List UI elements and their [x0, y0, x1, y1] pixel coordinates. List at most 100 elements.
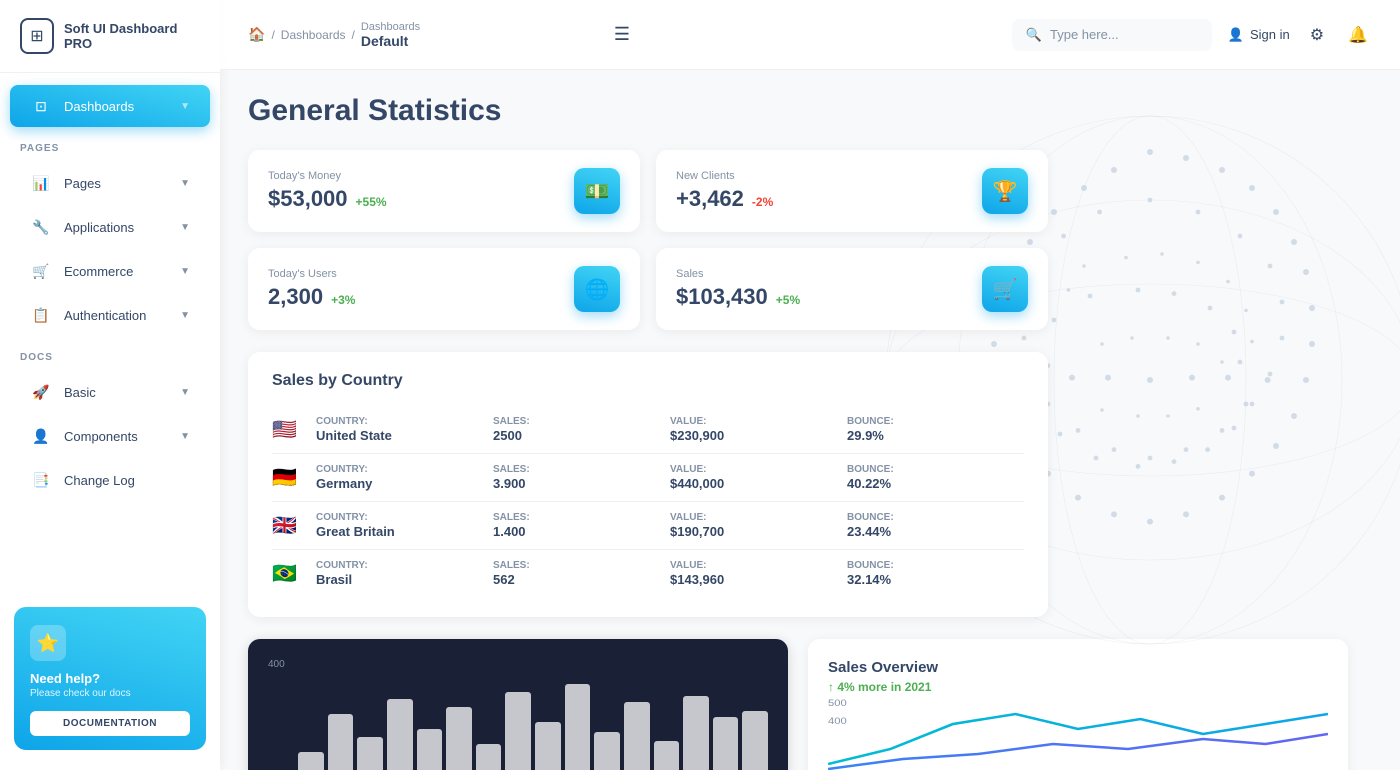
country-name: United State — [316, 428, 493, 443]
sidebar-item-label: Components — [64, 429, 138, 444]
country-table: 🇺🇸 Country: United State Sales: 2500 Val… — [272, 406, 1024, 597]
col-header-sales: Sales: — [493, 464, 670, 475]
table-row: 🇩🇪 Country: Germany Sales: 3.900 Value: … — [272, 454, 1024, 502]
stat-card-users: Today's Users 2,300 +3% 🌐 — [248, 248, 640, 330]
menu-icon[interactable]: ☰ — [610, 20, 634, 49]
sidebar-item-label: Dashboards — [64, 99, 134, 114]
table-row: 🇧🇷 Country: Brasil Sales: 562 Value: $14… — [272, 550, 1024, 597]
main-area: 🏠 / Dashboards / Dashboards Default ☰ 🔍 … — [220, 0, 1400, 770]
breadcrumb: 🏠 / Dashboards / Dashboards Default — [248, 21, 594, 49]
value-value: $440,000 — [670, 476, 847, 491]
stat-label-money: Today's Money — [268, 170, 387, 182]
sidebar-item-authentication[interactable]: 📋 Authentication ▼ — [10, 294, 210, 336]
sidebar-item-ecommerce[interactable]: 🛒 Ecommerce ▼ — [10, 250, 210, 292]
search-input[interactable] — [1050, 27, 1190, 42]
stat-icon-money: 💵 — [574, 168, 620, 214]
overview-title: Sales Overview — [828, 659, 1328, 676]
overview-chart-svg: 500 400 — [828, 694, 1328, 770]
stat-value-clients: +3,462 — [676, 186, 744, 212]
page-title: General Statistics — [248, 94, 1372, 128]
sidebar-item-pages[interactable]: 📊 Pages ▼ — [10, 162, 210, 204]
sales-country-card: Sales by Country 🇺🇸 Country: United Stat… — [248, 352, 1048, 617]
chart-y-label-400: 400 — [268, 659, 285, 670]
stat-icon-sales: 🛒 — [982, 266, 1028, 312]
col-header-country: Country: — [316, 416, 493, 427]
bar-chart — [268, 674, 768, 770]
sidebar-item-components[interactable]: 👤 Components ▼ — [10, 415, 210, 457]
dashboards-icon: ⊡ — [30, 95, 52, 117]
auth-icon: 📋 — [30, 304, 52, 326]
stat-card-sales: Sales $103,430 +5% 🛒 — [656, 248, 1048, 330]
country-name: Germany — [316, 476, 493, 491]
user-icon: 👤 — [1228, 27, 1244, 43]
bar-chart-bar — [565, 684, 591, 770]
bar-chart-bar — [446, 707, 472, 770]
content-area: General Statistics Today's Money $53,000… — [220, 70, 1400, 770]
col-header-bounce: Bounce: — [847, 560, 1024, 571]
breadcrumb-sep1: / — [271, 28, 274, 42]
country-name: Great Britain — [316, 524, 493, 539]
search-box: 🔍 — [1012, 19, 1212, 51]
value-value: $143,960 — [670, 572, 847, 587]
col-header-sales: Sales: — [493, 560, 670, 571]
basic-icon: 🚀 — [30, 381, 52, 403]
bar-chart-bar — [298, 752, 324, 770]
settings-icon[interactable]: ⚙ — [1306, 21, 1328, 49]
sales-value: 2500 — [493, 428, 670, 443]
pages-section-label: PAGES — [0, 129, 220, 160]
sidebar-item-applications[interactable]: 🔧 Applications ▼ — [10, 206, 210, 248]
chevron-icon: ▼ — [180, 431, 190, 442]
logo-icon: ⊞ — [20, 18, 54, 54]
chevron-icon: ▼ — [180, 266, 190, 277]
overview-badge: ↑ 4% more in 2021 — [828, 680, 1328, 694]
chevron-icon: ▼ — [180, 310, 190, 321]
documentation-button[interactable]: DOCUMENTATION — [30, 711, 190, 736]
table-row: 🇺🇸 Country: United State Sales: 2500 Val… — [272, 406, 1024, 454]
changelog-icon: 📑 — [30, 469, 52, 491]
sign-in-button[interactable]: 👤 Sign in — [1228, 27, 1290, 43]
flag-de: 🇩🇪 — [272, 465, 316, 490]
topbar: 🏠 / Dashboards / Dashboards Default ☰ 🔍 … — [220, 0, 1400, 70]
stat-card-money: Today's Money $53,000 +55% 💵 — [248, 150, 640, 232]
chevron-icon: ▼ — [180, 178, 190, 189]
bar-chart-card: 400 0 — [248, 639, 788, 770]
flag-gb: 🇬🇧 — [272, 513, 316, 538]
col-header-bounce: Bounce: — [847, 512, 1024, 523]
ecommerce-icon: 🛒 — [30, 260, 52, 282]
col-header-sales: Sales: — [493, 416, 670, 427]
stat-badge-sales: +5% — [776, 293, 800, 307]
docs-section-label: DOCS — [0, 338, 220, 369]
notifications-icon[interactable]: 🔔 — [1344, 21, 1372, 49]
breadcrumb-page-link: Dashboards — [361, 21, 420, 33]
col-header-bounce: Bounce: — [847, 416, 1024, 427]
value-value: $230,900 — [670, 428, 847, 443]
sidebar-logo: ⊞ Soft UI Dashboard PRO — [0, 0, 220, 73]
bounce-value: 29.9% — [847, 428, 1024, 443]
chevron-icon: ▼ — [180, 101, 190, 112]
stat-label-sales: Sales — [676, 268, 800, 280]
sales-overview-card: Sales Overview ↑ 4% more in 2021 — [808, 639, 1348, 770]
stat-value-users: 2,300 — [268, 284, 323, 310]
breadcrumb-current: Default — [361, 33, 420, 49]
help-subtitle: Please check our docs — [30, 688, 190, 699]
stat-badge-users: +3% — [331, 293, 355, 307]
components-icon: 👤 — [30, 425, 52, 447]
bar-chart-bar — [357, 737, 383, 770]
col-header-value: Value: — [670, 512, 847, 523]
home-icon[interactable]: 🏠 — [248, 26, 265, 43]
sidebar-item-changelog[interactable]: 📑 Change Log — [10, 459, 210, 501]
sidebar: ⊞ Soft UI Dashboard PRO ⊡ Dashboards ▼ P… — [0, 0, 220, 770]
breadcrumb-dashboards[interactable]: Dashboards — [281, 28, 346, 42]
flag-us: 🇺🇸 — [272, 417, 316, 442]
col-header-value: Value: — [670, 416, 847, 427]
sidebar-item-basic[interactable]: 🚀 Basic ▼ — [10, 371, 210, 413]
help-title: Need help? — [30, 671, 190, 686]
sidebar-item-dashboards[interactable]: ⊡ Dashboards ▼ — [10, 85, 210, 127]
col-header-country: Country: — [316, 512, 493, 523]
bar-chart-bar — [417, 729, 443, 770]
bottom-row: 400 0 Sales Overview ↑ 4% more in 2021 — [248, 639, 1348, 770]
bar-chart-bar — [742, 711, 768, 770]
stat-icon-users: 🌐 — [574, 266, 620, 312]
sidebar-item-label: Pages — [64, 176, 101, 191]
app-name: Soft UI Dashboard PRO — [64, 21, 200, 51]
